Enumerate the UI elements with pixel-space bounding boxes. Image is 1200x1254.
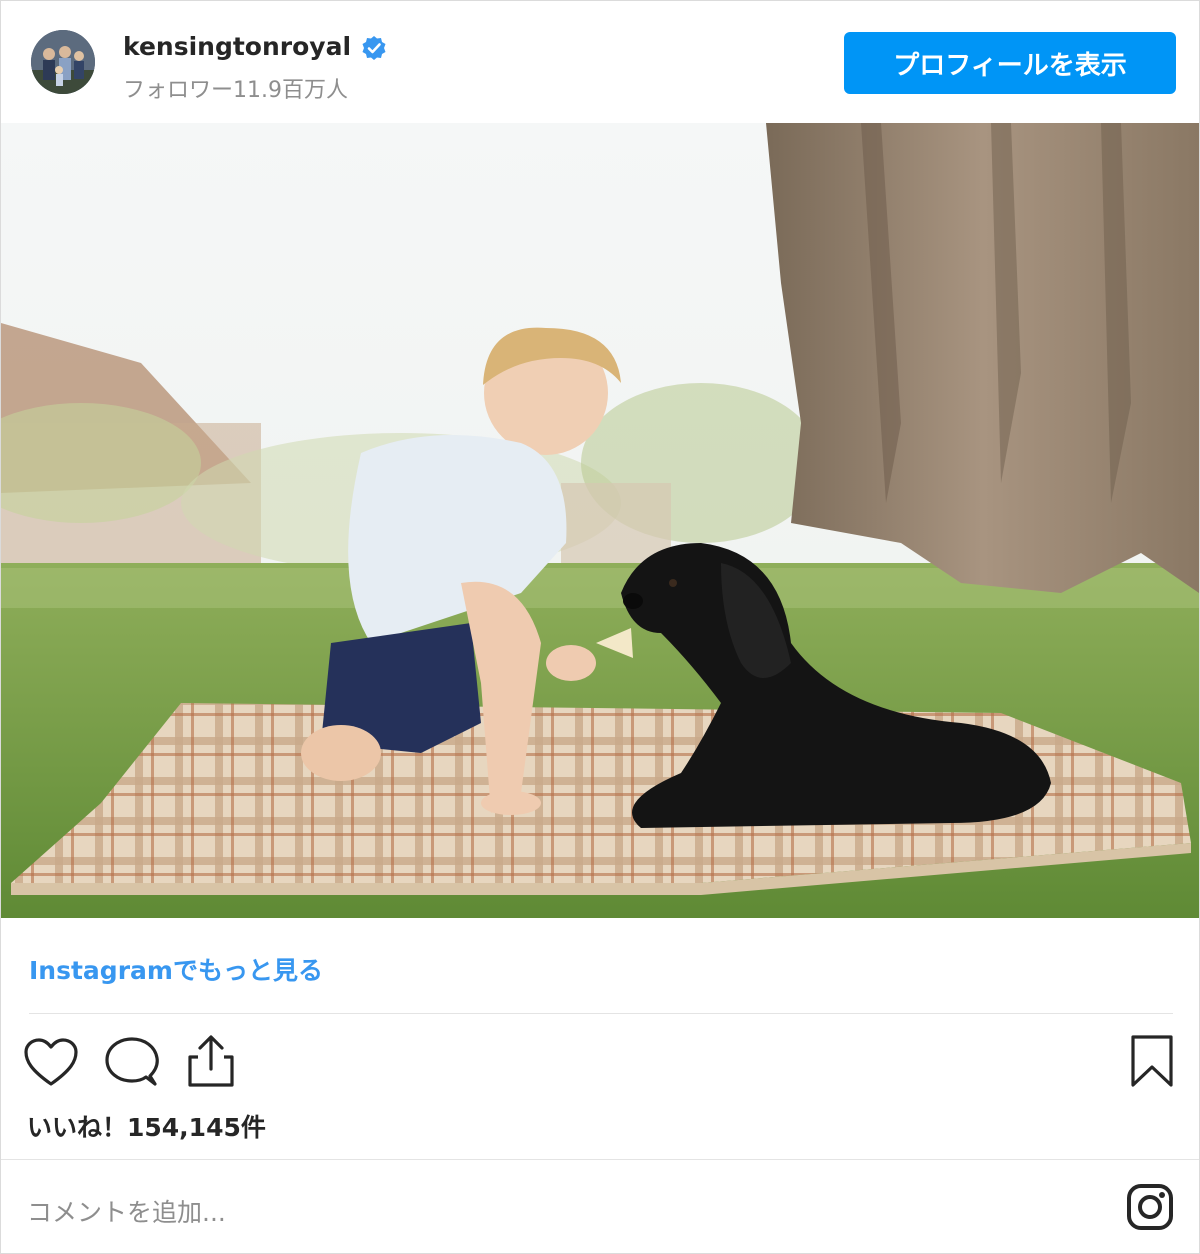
post-photo[interactable] — [1, 123, 1199, 918]
username[interactable]: kensingtonroyal — [123, 32, 351, 61]
instagram-icon[interactable] — [1126, 1183, 1174, 1231]
comment-icon[interactable] — [104, 1036, 160, 1090]
divider — [1, 1159, 1199, 1160]
post-header: kensingtonroyal フォロワー11.9百万人 プロフィールを表示 — [1, 1, 1199, 121]
share-icon[interactable] — [186, 1033, 236, 1089]
instagram-embed-card: kensingtonroyal フォロワー11.9百万人 プロフィールを表示 I… — [0, 0, 1200, 1254]
follower-count: フォロワー11.9百万人 — [123, 78, 348, 103]
verified-icon — [362, 36, 386, 60]
bookmark-icon[interactable] — [1129, 1033, 1175, 1089]
like-count[interactable]: いいね！154,145件 — [27, 1108, 266, 1144]
add-comment-input[interactable]: コメントを追加... — [27, 1193, 226, 1229]
avatar[interactable] — [31, 30, 95, 94]
view-more-on-instagram-link[interactable]: Instagramでもっと見る — [29, 951, 323, 987]
view-profile-button[interactable]: プロフィールを表示 — [844, 32, 1176, 94]
divider — [29, 1013, 1173, 1014]
heart-icon[interactable] — [23, 1037, 79, 1089]
